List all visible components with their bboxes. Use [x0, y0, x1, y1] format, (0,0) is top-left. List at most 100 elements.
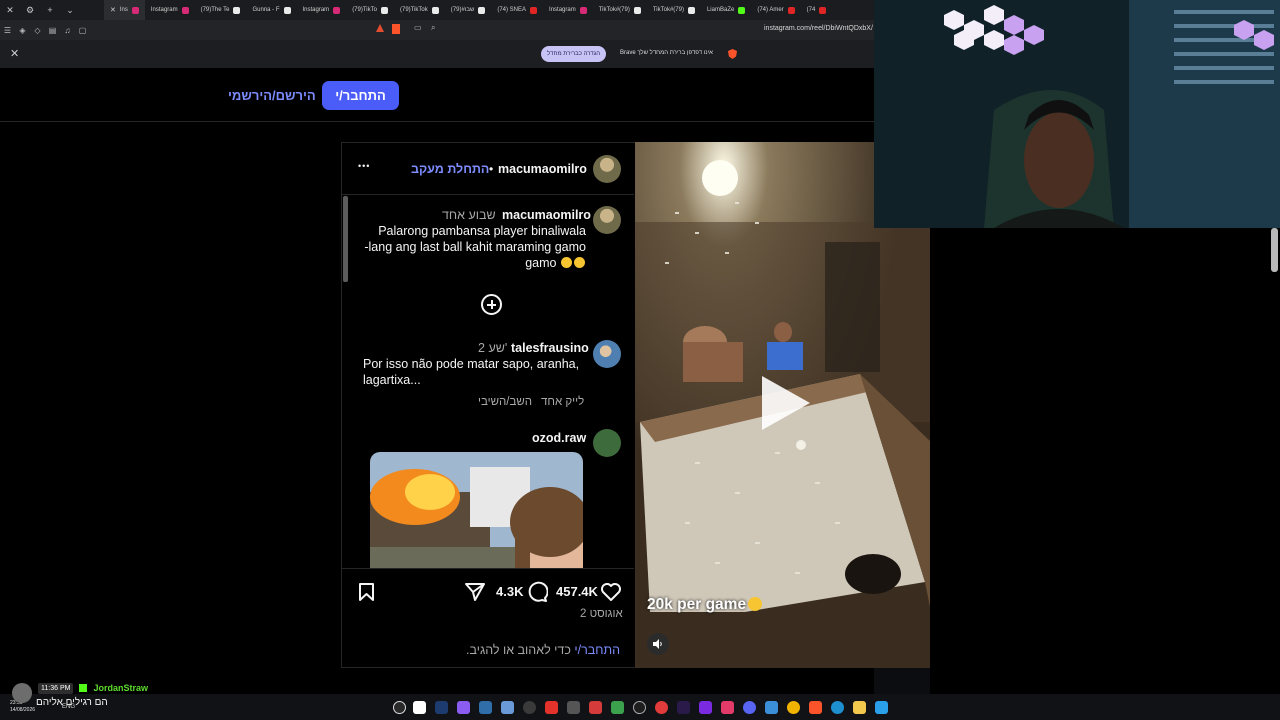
- tab-tiktok[interactable]: (79)TikTok: [394, 0, 445, 20]
- app-icon[interactable]: [479, 701, 492, 714]
- tab-tiktok[interactable]: TikTok#(79): [593, 0, 647, 20]
- instagram-icon: [333, 6, 341, 14]
- play-icon[interactable]: [758, 374, 812, 432]
- kick-icon: [738, 6, 746, 14]
- discord-icon[interactable]: [743, 701, 756, 714]
- tab-instagram[interactable]: Instagram: [297, 0, 347, 20]
- wallet-icon[interactable]: ▢: [75, 20, 90, 40]
- tab-tiktok[interactable]: (79)TikTo: [346, 0, 394, 20]
- comment-image[interactable]: [370, 452, 583, 568]
- comment-username[interactable]: talesfrausino: [511, 341, 589, 355]
- reader-icon[interactable]: ▤: [45, 20, 60, 40]
- speaker-icon: [653, 639, 662, 649]
- sidebar-icon[interactable]: ☰: [0, 20, 15, 40]
- tab-youtube[interactable]: (74) SNEA: [491, 0, 543, 20]
- share-icon[interactable]: [464, 582, 486, 602]
- add-circle-icon[interactable]: [481, 294, 502, 315]
- tab-youtube[interactable]: (74) Amer: [751, 0, 800, 20]
- new-tab-icon[interactable]: +: [40, 0, 60, 20]
- tab-tiktok[interactable]: Gunna - F: [246, 0, 296, 20]
- openai-icon[interactable]: [633, 701, 646, 714]
- tiktok-icon: [283, 6, 291, 14]
- comment-username[interactable]: ozod.raw: [532, 431, 586, 445]
- app-icon[interactable]: [545, 701, 558, 714]
- caption-line: Palarong pambansa player binaliwala: [378, 224, 586, 238]
- folder-icon[interactable]: [853, 701, 866, 714]
- windows-icon[interactable]: [875, 701, 888, 714]
- app-icon[interactable]: [655, 701, 668, 714]
- app-icon[interactable]: [501, 701, 514, 714]
- author-avatar[interactable]: [593, 155, 621, 183]
- tab-label: (74) Amer: [757, 7, 784, 13]
- comments-scrollbar[interactable]: [343, 196, 348, 282]
- follow-button[interactable]: התחלת מעקב: [411, 162, 489, 176]
- close-icon[interactable]: ✕: [110, 6, 116, 14]
- comment-line: Por isso não pode matar sapo, aranha,: [363, 357, 580, 371]
- chevron-down-icon[interactable]: ⌄: [60, 0, 80, 20]
- tab-active[interactable]: ✕ Ins: [104, 0, 145, 20]
- app-icon[interactable]: [567, 701, 580, 714]
- video-caption-text: 20k per game: [647, 596, 747, 613]
- tab-tiktok[interactable]: שבו#(79): [445, 0, 492, 20]
- app-icon[interactable]: [589, 701, 602, 714]
- post-date: 2 אוגוסט: [580, 608, 623, 620]
- tag-icon[interactable]: ◇: [30, 20, 45, 40]
- tab-instagram[interactable]: Instagram: [543, 0, 593, 20]
- comments-count[interactable]: 4.3K: [496, 584, 523, 599]
- edge-icon[interactable]: [831, 701, 844, 714]
- tab-youtube[interactable]: (74: [801, 0, 833, 20]
- set-default-button[interactable]: הגדרה כברירת מחדל: [541, 46, 607, 62]
- comment-time: 2 שע': [478, 341, 508, 355]
- premiere-icon[interactable]: [677, 701, 690, 714]
- url-bar[interactable]: instagram.com/reel/DbiWntQDxbX/: [764, 25, 873, 32]
- rewards-icon[interactable]: [376, 24, 384, 32]
- caption-username[interactable]: macumaomilro: [502, 208, 591, 222]
- stream-chat-message: 11:36 PM JordanStraw: [38, 681, 148, 695]
- app-icon[interactable]: [699, 701, 712, 714]
- commenter-avatar[interactable]: [593, 429, 621, 457]
- instagram-icon: [181, 6, 189, 14]
- brave-shield-icon[interactable]: [392, 24, 400, 34]
- tab-kick[interactable]: LiamBaZe: [701, 0, 751, 20]
- close-icon[interactable]: ✕: [10, 47, 19, 60]
- signup-link[interactable]: הירשם/הירשמי: [228, 88, 316, 103]
- mute-button[interactable]: [647, 633, 669, 655]
- app-icon[interactable]: [721, 701, 734, 714]
- search-icon[interactable]: ⌕: [431, 23, 435, 33]
- tab-tiktok[interactable]: (79)The Te: [195, 0, 247, 20]
- login-prompt-link[interactable]: התחבר/י: [574, 643, 620, 657]
- app-icon[interactable]: [523, 701, 536, 714]
- screen: ✕ ⚙ + ⌄ ✕ Ins Instagram (79)The Te Gunna…: [0, 0, 1280, 720]
- login-button[interactable]: התחבר/י: [322, 81, 399, 110]
- settings-icon[interactable]: [393, 701, 406, 714]
- settings-icon[interactable]: ⚙: [20, 0, 40, 20]
- heart-icon[interactable]: [600, 582, 622, 602]
- app-icon[interactable]: [435, 701, 448, 714]
- more-options-icon[interactable]: •••: [358, 161, 370, 171]
- author-username[interactable]: macumaomilro: [498, 162, 587, 176]
- comment-likes[interactable]: לייק אחד: [541, 396, 584, 408]
- tab-label: TikTok#(79): [652, 7, 684, 13]
- bookmark-icon[interactable]: [358, 582, 375, 602]
- caption-avatar[interactable]: [593, 206, 621, 234]
- tab-instagram[interactable]: Instagram: [145, 0, 195, 20]
- tab-tiktok[interactable]: TikTok#(79): [647, 0, 701, 20]
- app-icon[interactable]: [413, 701, 426, 714]
- likes-count[interactable]: 457.4K: [556, 584, 598, 599]
- tiktok-icon: [233, 6, 241, 14]
- menu-icon[interactable]: ✕: [0, 0, 20, 20]
- comment-icon[interactable]: [526, 581, 548, 603]
- shield-icon[interactable]: ◈: [15, 20, 30, 40]
- brave-icon[interactable]: [809, 701, 822, 714]
- screen-icon[interactable]: ▭: [414, 23, 422, 32]
- youtube-icon: [787, 6, 795, 14]
- music-icon[interactable]: ♫: [60, 20, 75, 40]
- app-icon[interactable]: [611, 701, 624, 714]
- commenter-avatar[interactable]: [593, 340, 621, 368]
- app-icon[interactable]: [457, 701, 470, 714]
- chrome-icon[interactable]: [787, 701, 800, 714]
- reply-button[interactable]: השב/השיבי: [478, 396, 532, 408]
- youtube-icon: [819, 6, 827, 14]
- page-scrollbar[interactable]: [1271, 228, 1278, 272]
- app-icon[interactable]: [765, 701, 778, 714]
